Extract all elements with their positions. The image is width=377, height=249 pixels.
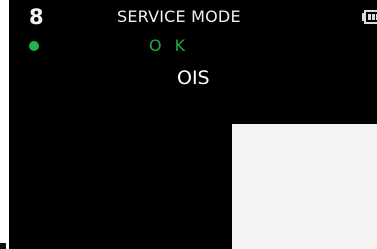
mode-number: 8: [29, 5, 44, 29]
status-text: O K: [149, 36, 190, 55]
status-indicator-dot: [29, 41, 39, 51]
service-mode-screen: 8 SERVICE MODE O K OIS: [9, 0, 377, 249]
battery-icon: [362, 10, 377, 24]
test-name: OIS: [177, 67, 210, 89]
mode-title: SERVICE MODE: [117, 7, 241, 26]
corner-mark: [0, 243, 6, 249]
white-test-patch: [232, 124, 377, 249]
